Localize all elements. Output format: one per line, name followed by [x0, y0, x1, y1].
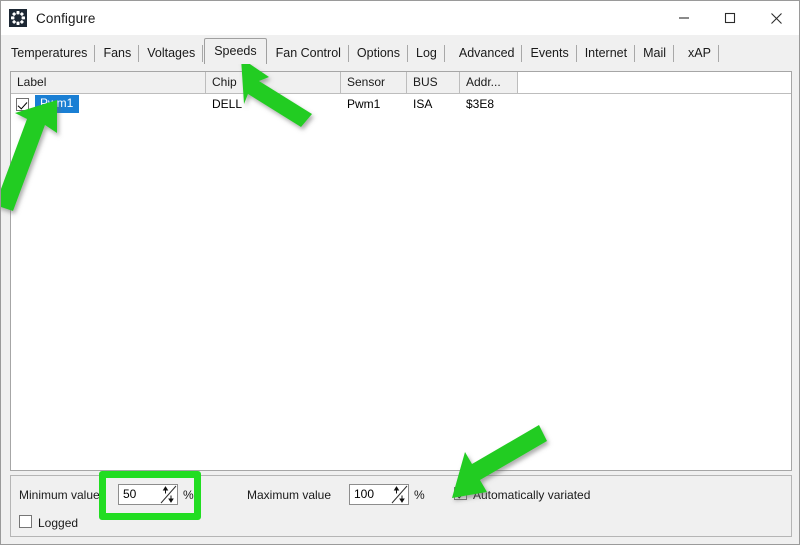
tab-internet[interactable]: Internet: [576, 43, 636, 64]
spinner-arrows-icon[interactable]: [391, 485, 408, 504]
maximize-icon[interactable]: [707, 1, 753, 35]
close-icon[interactable]: [753, 1, 799, 35]
row-label-pwm1[interactable]: Pwm1: [35, 95, 80, 113]
column-header-label[interactable]: Label: [11, 72, 206, 93]
auto-varied-label[interactable]: Automatically variated: [473, 488, 590, 502]
tab-list: Temperatures Fans Voltages Speeds Fan Co…: [3, 38, 719, 64]
fan-icon: [9, 9, 27, 27]
row-sensor-cell: Pwm1: [347, 97, 381, 111]
maximum-value-spinner[interactable]: 100: [349, 484, 409, 505]
window-title: Configure: [36, 10, 96, 26]
tab-fans[interactable]: Fans: [95, 43, 140, 64]
maximum-value-input[interactable]: 100: [350, 485, 391, 504]
tab-speeds[interactable]: Speeds: [204, 38, 267, 64]
column-header-filler: [518, 72, 791, 93]
column-header-addr[interactable]: Addr...: [460, 72, 518, 93]
tab-advanced[interactable]: Advanced: [444, 43, 523, 64]
maximum-value-label: Maximum value: [247, 488, 332, 502]
logged-label[interactable]: Logged: [38, 516, 78, 530]
row-label-cell[interactable]: Pwm1: [11, 94, 206, 114]
configure-window: Configure Temperatures Fans Voltages Spe…: [0, 0, 800, 545]
column-header-chip[interactable]: Chip: [206, 72, 341, 93]
auto-varied-checkbox[interactable]: [454, 487, 467, 500]
column-header-sensor[interactable]: Sensor: [341, 72, 407, 93]
tab-temperatures[interactable]: Temperatures: [3, 43, 96, 64]
row-checkbox-pwm1[interactable]: [16, 97, 29, 111]
row-bus-cell: ISA: [413, 97, 433, 111]
tab-strip: Temperatures Fans Voltages Speeds Fan Co…: [1, 35, 799, 64]
maximum-value-unit: %: [414, 488, 425, 502]
minimum-value-label: Minimum value: [19, 488, 100, 502]
row-addr-cell: $3E8: [466, 97, 495, 111]
highlight-minimum-value: [99, 471, 201, 520]
tab-log[interactable]: Log: [408, 43, 445, 64]
column-header-bus[interactable]: BUS: [407, 72, 460, 93]
tab-xap[interactable]: xAP: [674, 43, 719, 64]
title-bar: Configure: [1, 1, 799, 35]
minimize-icon[interactable]: [661, 1, 707, 35]
tab-options[interactable]: Options: [348, 43, 409, 64]
speeds-list-panel: Label Chip Sensor BUS Addr... Pwm1 DELL …: [10, 71, 792, 471]
table-row[interactable]: Pwm1 DELL Pwm1 ISA $3E8: [11, 94, 791, 114]
tab-fan-control[interactable]: Fan Control: [267, 43, 350, 64]
tab-voltages[interactable]: Voltages: [139, 43, 204, 64]
tab-mail[interactable]: Mail: [635, 43, 675, 64]
tab-events[interactable]: Events: [522, 43, 577, 64]
window-controls: [661, 1, 799, 35]
logged-checkbox[interactable]: [19, 515, 32, 528]
row-chip-cell: DELL: [212, 97, 243, 111]
list-header-row: Label Chip Sensor BUS Addr...: [11, 72, 791, 94]
